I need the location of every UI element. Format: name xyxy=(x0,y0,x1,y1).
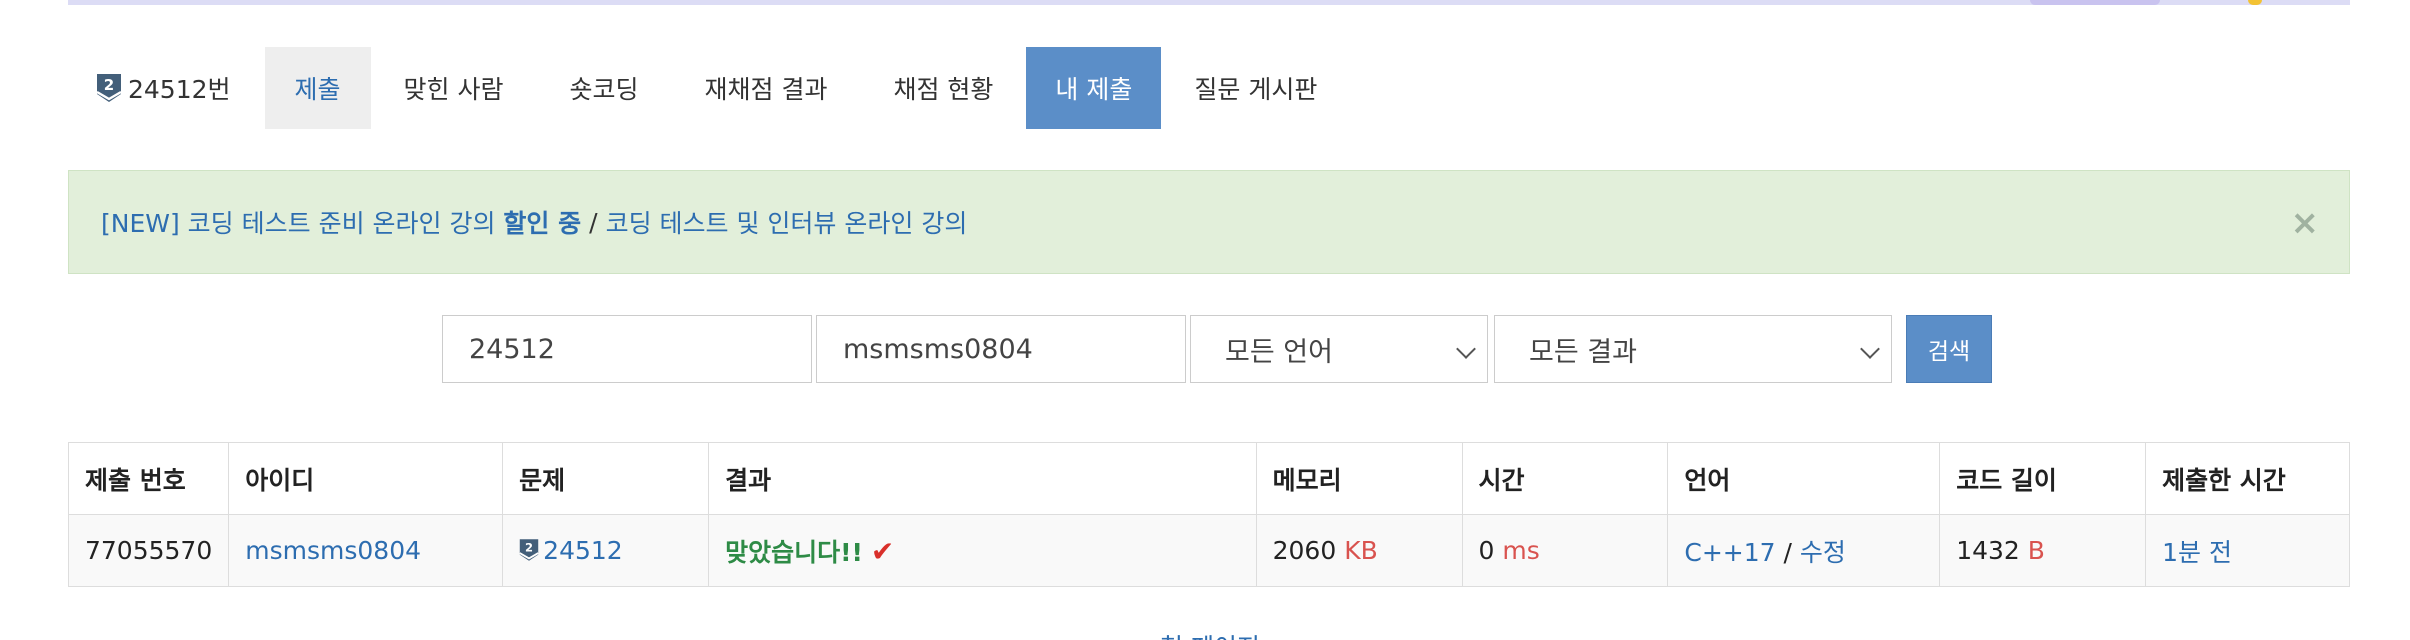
submission-id: 77055570 xyxy=(67,514,230,587)
tier-number: 2 xyxy=(104,76,114,94)
tab-problem-label: 24512번 xyxy=(128,75,231,104)
silver-tier-icon: 2 xyxy=(96,73,122,103)
language-link[interactable]: C++17 xyxy=(1684,538,1775,567)
result-select-value: 모든 결과 xyxy=(1529,336,1637,368)
time-unit: ms xyxy=(1502,536,1540,565)
promo-separator: / xyxy=(589,207,598,237)
chevron-down-icon xyxy=(1860,339,1880,359)
submitted-time-link[interactable]: 1분 전 xyxy=(2162,538,2232,567)
top-banner-strip xyxy=(68,0,2350,5)
problem-id-value: 24512 xyxy=(469,333,555,365)
column-header: 아이디 xyxy=(228,442,504,515)
user-id-input[interactable]: msmsms0804 xyxy=(816,315,1186,383)
promo-alert: [NEW] 코딩 테스트 준비 온라인 강의 할인 중 / 코딩 테스트 및 인… xyxy=(68,170,2350,274)
language-select[interactable]: 모든 언어 xyxy=(1190,315,1488,383)
code-length-unit: B xyxy=(2027,536,2045,565)
tab-problem[interactable]: 2 24512번 xyxy=(68,47,265,129)
problem-link[interactable]: 2 24512 xyxy=(519,536,623,565)
result-accepted: 맞았습니다!! xyxy=(725,537,863,567)
status-table: 제출 번호 아이디 문제 결과 메모리 시간 언어 코드 길이 제출한 시간 7… xyxy=(67,442,2350,587)
silver-tier-icon: 2 xyxy=(519,539,539,561)
column-header: 메모리 xyxy=(1255,442,1463,515)
tab-rejudge-results[interactable]: 재채점 결과 xyxy=(672,47,861,129)
column-header: 문제 xyxy=(502,442,710,515)
code-length-value: 1432 xyxy=(1956,536,2020,565)
promo-link-interview[interactable]: 코딩 테스트 및 인터뷰 온라인 강의 xyxy=(606,204,968,240)
tab-short-coding[interactable]: 숏코딩 xyxy=(537,47,672,129)
tab-my-submissions[interactable]: 내 제출 xyxy=(1026,47,1162,129)
table-header-row: 제출 번호 아이디 문제 결과 메모리 시간 언어 코드 길이 제출한 시간 xyxy=(67,442,2350,515)
memory-unit: KB xyxy=(1344,536,1378,565)
language-separator: / xyxy=(1783,537,1792,567)
search-form: 24512 msmsms0804 모든 언어 모든 결과 xyxy=(0,315,2410,383)
close-icon[interactable]: × xyxy=(2291,203,2320,243)
problem-tabs: 2 24512번 제출 맞힌 사람 숏코딩 재채점 결과 채점 현황 내 제출 … xyxy=(68,47,1350,129)
table-row: 77055570 msmsms0804 2 24512 맞았습니다!! ✔ 206… xyxy=(67,514,2350,587)
result-select[interactable]: 모든 결과 xyxy=(1494,315,1892,383)
column-header: 시간 xyxy=(1461,442,1669,515)
promo-text: [NEW] 코딩 테스트 준비 온라인 강의 xyxy=(101,209,496,238)
user-id-value: msmsms0804 xyxy=(843,333,1033,365)
promo-discount: 할인 중 xyxy=(503,209,582,238)
chevron-down-icon xyxy=(1456,339,1476,359)
checkmark-icon: ✔ xyxy=(870,534,895,568)
tab-solved-users[interactable]: 맞힌 사람 xyxy=(371,47,537,129)
svg-text:2: 2 xyxy=(525,541,533,555)
first-page-link[interactable]: 첫 페이지 xyxy=(1160,628,1260,640)
column-header: 결과 xyxy=(708,442,1257,515)
banner-decoration xyxy=(2030,0,2160,5)
column-header: 제출한 시간 xyxy=(2145,442,2350,515)
promo-link-course[interactable]: [NEW] 코딩 테스트 준비 온라인 강의 할인 중 xyxy=(101,204,581,240)
problem-number: 24512 xyxy=(543,536,623,565)
time-value: 0 xyxy=(1478,536,1495,565)
user-link[interactable]: msmsms0804 xyxy=(245,536,421,565)
problem-id-input[interactable]: 24512 xyxy=(442,315,812,383)
tab-submit[interactable]: 제출 xyxy=(264,47,371,129)
column-header: 코드 길이 xyxy=(1939,442,2147,515)
language-select-value: 모든 언어 xyxy=(1225,336,1333,368)
column-header: 언어 xyxy=(1667,442,1941,515)
tab-qna-board[interactable]: 질문 게시판 xyxy=(1161,47,1350,129)
memory-value: 2060 xyxy=(1272,536,1337,565)
column-header: 제출 번호 xyxy=(67,442,230,515)
edit-link[interactable]: 수정 xyxy=(1800,538,1846,567)
tab-judge-status[interactable]: 채점 현황 xyxy=(860,47,1026,129)
search-button[interactable]: 검색 xyxy=(1906,315,1992,383)
